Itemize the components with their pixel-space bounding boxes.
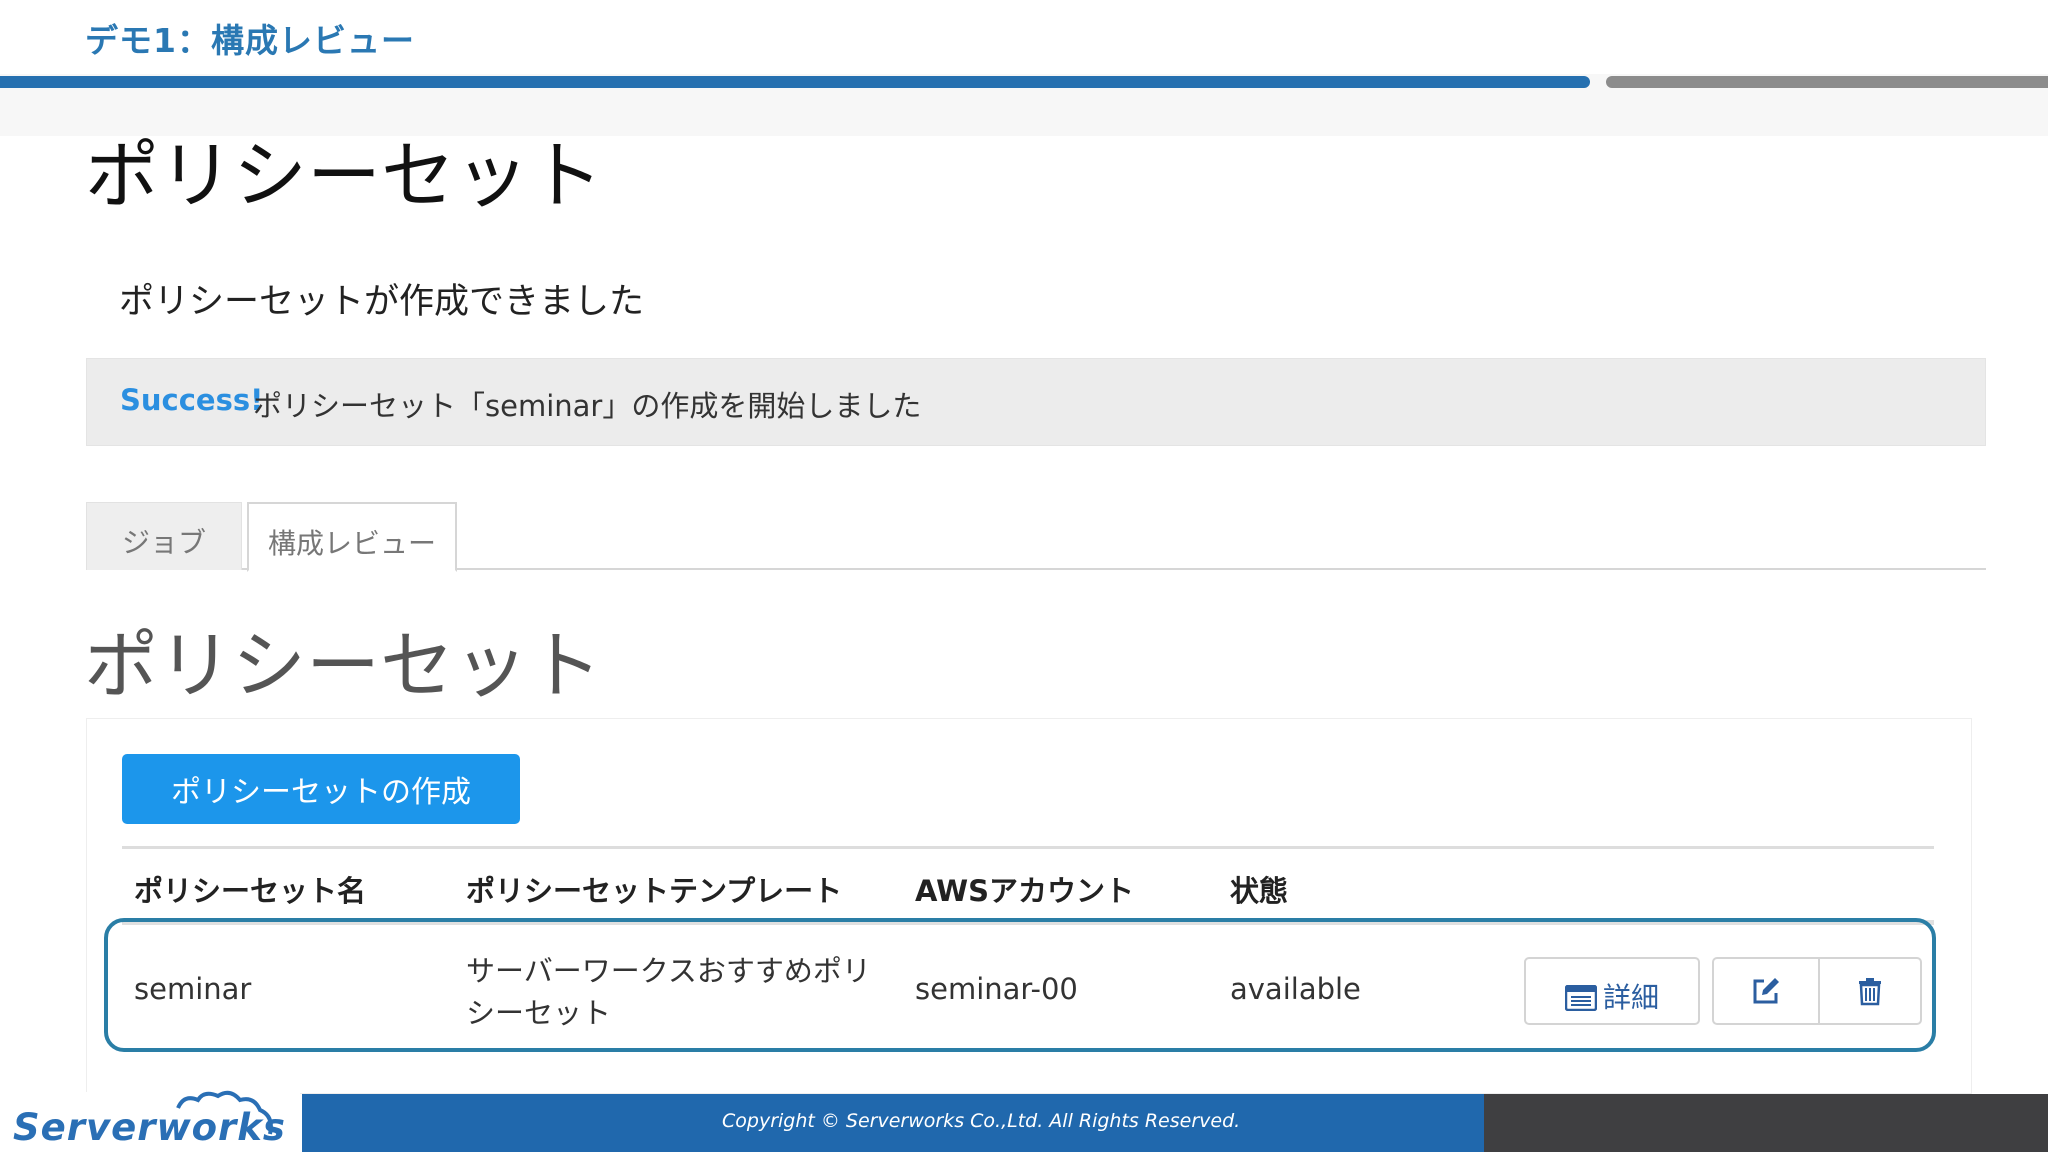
header-accent-bar (0, 76, 1590, 88)
footer-copyright: Copyright © Serverworks Co.,Ltd. All Rig… (722, 1110, 1241, 1132)
row-highlight-annotation (104, 918, 1936, 1052)
column-header-aws-account: AWSアカウント (915, 874, 1135, 908)
tab-jobs[interactable]: ジョブ (86, 502, 242, 570)
app-screenshot: Success! ポリシーセット「seminar」の作成を開始しました ジョブ … (72, 348, 1986, 1094)
column-header-template: ポリシーセットテンプレート (466, 874, 843, 908)
slide-subtext: ポリシーセットが作成できました (119, 282, 645, 322)
alert-strong-text: Success! (120, 383, 264, 417)
table-divider (122, 846, 1934, 849)
header-gray-bar (1606, 76, 2048, 88)
footer-dark-block (1484, 1094, 2048, 1152)
tab-config-review[interactable]: 構成レビュー (247, 502, 457, 572)
slide-heading: ポリシーセット (85, 133, 603, 219)
create-policy-set-button[interactable]: ポリシーセットの作成 (122, 754, 520, 824)
page-title: ポリシーセット (84, 623, 602, 709)
column-header-name: ポリシーセット名 (134, 874, 367, 908)
slide-title: デモ1：構成レビュー (85, 21, 415, 60)
serverworks-logo: Serverworks (13, 1106, 286, 1149)
column-header-status: 状態 (1230, 874, 1289, 908)
alert-message: ポリシーセット「seminar」の作成を開始しました (253, 389, 922, 423)
success-alert: Success! ポリシーセット「seminar」の作成を開始しました (86, 358, 1986, 446)
